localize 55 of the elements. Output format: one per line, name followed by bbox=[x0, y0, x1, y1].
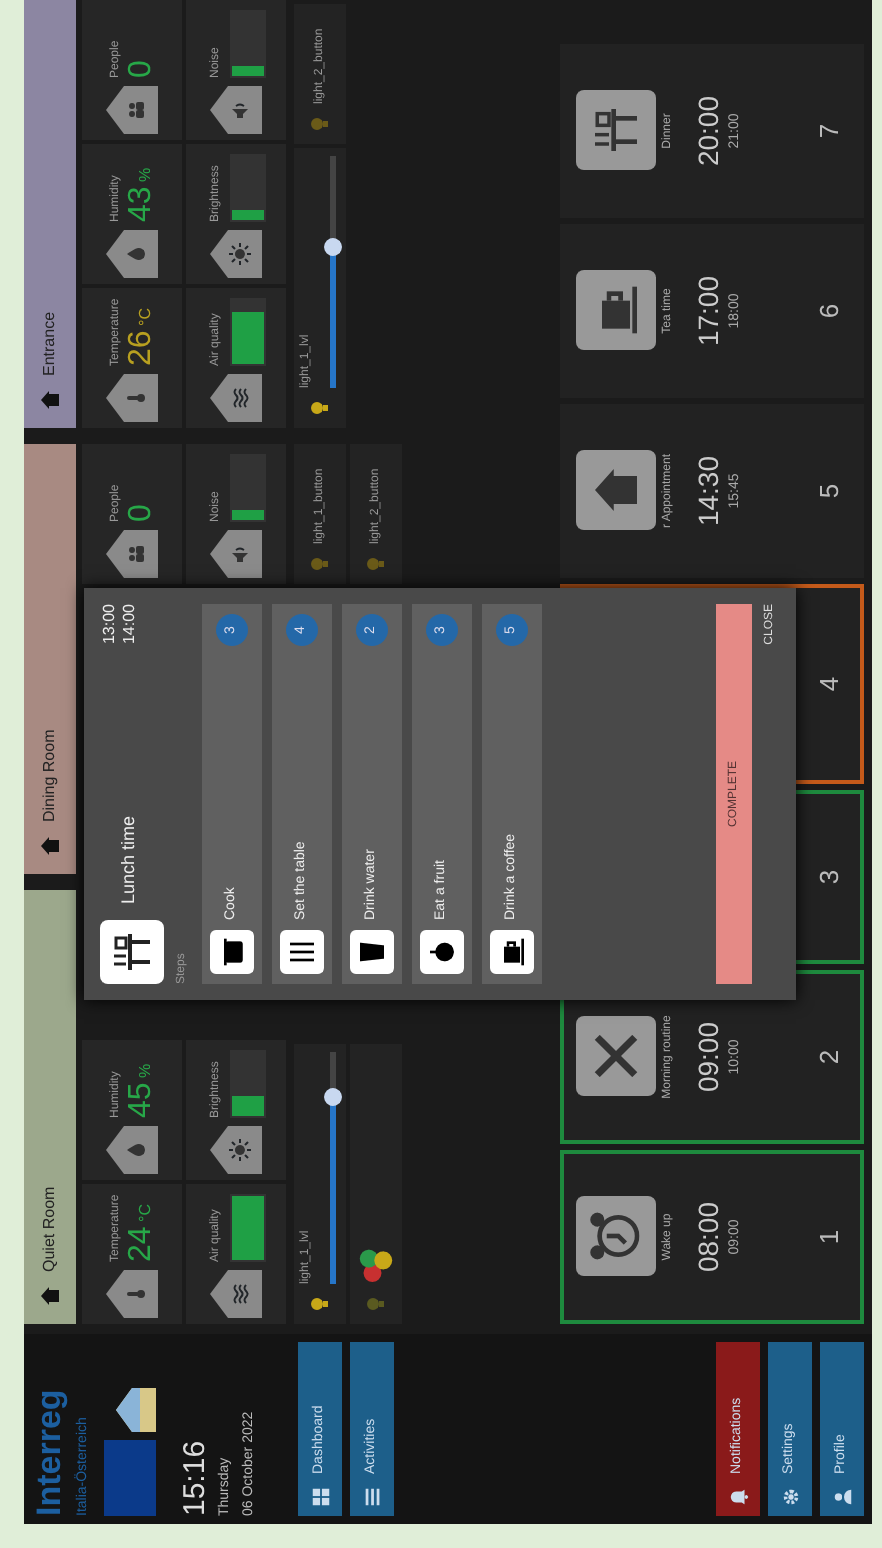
end-time: 14:00 bbox=[119, 604, 139, 645]
people-house-icon bbox=[106, 530, 158, 578]
sensor-value: 0 bbox=[125, 502, 157, 522]
sensor-value: 24°C bbox=[125, 1202, 157, 1262]
sensor-value: 45% bbox=[125, 1063, 157, 1118]
drop-house-icon bbox=[106, 1126, 158, 1174]
list-icon bbox=[361, 1486, 384, 1508]
start-time: 08:00 bbox=[694, 1201, 722, 1273]
bell-icon bbox=[727, 1486, 749, 1508]
sensor-value: 43% bbox=[125, 167, 157, 222]
flag-logo bbox=[103, 1440, 155, 1516]
start-time: 14:30 bbox=[694, 455, 722, 527]
house-logo bbox=[115, 1388, 155, 1432]
activity-number: 5 bbox=[811, 483, 845, 499]
logo-title: Interreg bbox=[32, 1387, 66, 1516]
start-time: 09:00 bbox=[694, 1021, 722, 1093]
grid-icon bbox=[309, 1486, 332, 1508]
room-tab[interactable]: Entrance bbox=[24, 0, 76, 428]
settings-icon bbox=[779, 1486, 801, 1508]
dialog-title: Lunch time bbox=[116, 815, 140, 904]
drop-house-icon bbox=[106, 230, 158, 278]
start-time: 13:00 bbox=[100, 604, 120, 645]
activity-number: 6 bbox=[811, 303, 845, 319]
room-tab[interactable]: Dining Room bbox=[24, 444, 76, 874]
bulb-icon bbox=[308, 1292, 332, 1316]
activity-number: 2 bbox=[811, 1049, 845, 1065]
slider-thumb[interactable] bbox=[324, 238, 342, 257]
clock-time: 15:16 bbox=[179, 1438, 209, 1516]
bulb-icon bbox=[308, 112, 332, 136]
person-icon bbox=[831, 1486, 853, 1508]
sensor-value: 26°C bbox=[125, 306, 157, 366]
bulb-icon bbox=[364, 1292, 388, 1316]
activity-number: 4 bbox=[811, 676, 845, 692]
color-dots-icon[interactable] bbox=[358, 1244, 394, 1284]
speaker-house-icon bbox=[210, 530, 262, 578]
room-tab[interactable]: Quiet Room bbox=[24, 890, 76, 1324]
sun-house-icon bbox=[210, 230, 262, 278]
waves-house-icon bbox=[210, 1270, 262, 1318]
speaker-house-icon bbox=[210, 86, 262, 134]
bulb-icon bbox=[308, 396, 332, 420]
slider-thumb[interactable] bbox=[324, 1088, 342, 1107]
bulb-icon bbox=[308, 552, 332, 576]
activity-number: 7 bbox=[811, 123, 845, 139]
activity-number: 3 bbox=[811, 869, 845, 885]
bulb-icon bbox=[364, 552, 388, 576]
alarm-clock-icon bbox=[588, 1209, 644, 1265]
waves-house-icon bbox=[210, 374, 262, 422]
sun-house-icon bbox=[210, 1126, 262, 1174]
start-time: 17:00 bbox=[694, 275, 722, 347]
thermometer-house-icon bbox=[106, 374, 158, 422]
people-house-icon bbox=[106, 86, 158, 134]
start-time: 20:00 bbox=[694, 95, 722, 167]
sensor-value: 0 bbox=[125, 58, 157, 78]
thermometer-house-icon bbox=[106, 1270, 158, 1318]
activity-number: 1 bbox=[811, 1229, 845, 1245]
